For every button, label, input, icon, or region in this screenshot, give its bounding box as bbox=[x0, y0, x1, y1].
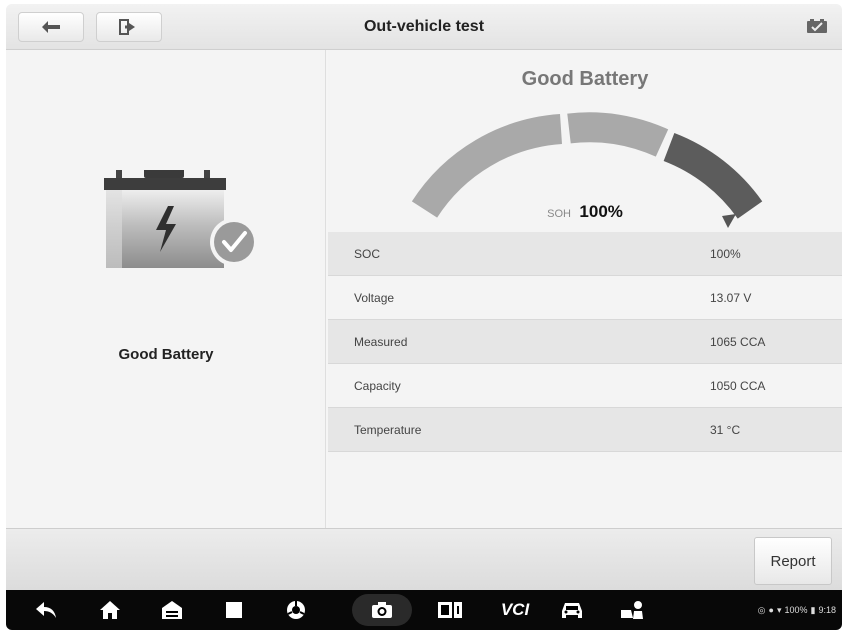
service-icon bbox=[621, 601, 643, 619]
table-row: SOC 100% bbox=[328, 232, 842, 276]
table-row: Temperature 31 °C bbox=[328, 408, 842, 452]
status-tray: ◎ ● ▾ 100% ▮ 9:18 bbox=[758, 590, 836, 630]
top-bar: Out-vehicle test bbox=[6, 4, 842, 50]
soh-readout: SOH 100% bbox=[328, 202, 842, 222]
home-button[interactable] bbox=[90, 590, 130, 630]
row-label: Temperature bbox=[354, 422, 422, 437]
battery-level: 100% bbox=[784, 605, 808, 615]
row-value: 31 °C bbox=[710, 422, 741, 437]
nav-back-icon bbox=[36, 602, 56, 618]
car-button[interactable] bbox=[552, 590, 592, 630]
test-result-panel: Good Battery SOH 100% SOC 100% Voltage 1… bbox=[328, 50, 842, 528]
table-row: Voltage 13.07 V bbox=[328, 276, 842, 320]
nav-back-button[interactable] bbox=[26, 590, 66, 630]
soh-label: SOH bbox=[547, 208, 571, 220]
row-label: Voltage bbox=[354, 290, 395, 305]
battery-status-icon bbox=[807, 19, 827, 33]
row-value: 100% bbox=[710, 246, 741, 261]
screen-mirror-button[interactable] bbox=[430, 590, 470, 630]
result-table: SOC 100% Voltage 13.07 V Measured 1065 C… bbox=[328, 232, 842, 452]
battery-icon: ▮ bbox=[810, 605, 816, 615]
service-button[interactable] bbox=[612, 590, 652, 630]
app-screen: Out-vehicle test Good Battery Good Batte… bbox=[6, 4, 842, 590]
system-nav-bar: VCI ◎ ● ▾ 100% ▮ 9:18 bbox=[6, 590, 842, 630]
row-value: 13.07 V bbox=[710, 290, 752, 305]
vci-button[interactable]: VCI bbox=[490, 590, 540, 630]
page-title: Out-vehicle test bbox=[363, 18, 485, 35]
vci-label: VCI bbox=[500, 600, 530, 619]
home-icon bbox=[100, 601, 120, 619]
row-label: SOC bbox=[354, 246, 381, 261]
gps-icon: ◎ bbox=[757, 605, 766, 615]
car-icon bbox=[562, 603, 582, 618]
browser-button[interactable] bbox=[276, 590, 316, 630]
recent-apps-button[interactable] bbox=[214, 590, 254, 630]
row-value: 1065 CCA bbox=[710, 334, 766, 349]
recent-apps-icon bbox=[226, 602, 242, 618]
soh-value: 100% bbox=[579, 202, 623, 221]
clock: 9:18 bbox=[818, 605, 836, 615]
camera-icon bbox=[372, 602, 392, 618]
garage-button[interactable] bbox=[152, 590, 192, 630]
battery-illustration-icon bbox=[104, 170, 258, 268]
row-label: Capacity bbox=[354, 378, 401, 393]
battery-status-label: Good Battery bbox=[118, 346, 214, 363]
browser-icon bbox=[287, 601, 305, 619]
row-value: 1050 CCA bbox=[710, 378, 766, 393]
report-button[interactable]: Report bbox=[754, 537, 832, 585]
wifi-icon: ▾ bbox=[776, 605, 782, 615]
garage-icon bbox=[162, 601, 182, 619]
screen-mirror-icon bbox=[438, 602, 462, 618]
camera-button[interactable] bbox=[362, 590, 402, 630]
row-label: Measured bbox=[354, 334, 408, 349]
result-title: Good Battery bbox=[521, 68, 649, 90]
action-bar: Report bbox=[6, 528, 842, 590]
sync-icon: ● bbox=[768, 605, 774, 615]
table-row: Capacity 1050 CCA bbox=[328, 364, 842, 408]
table-row: Measured 1065 CCA bbox=[328, 320, 842, 364]
battery-summary-panel: Good Battery bbox=[6, 50, 326, 528]
